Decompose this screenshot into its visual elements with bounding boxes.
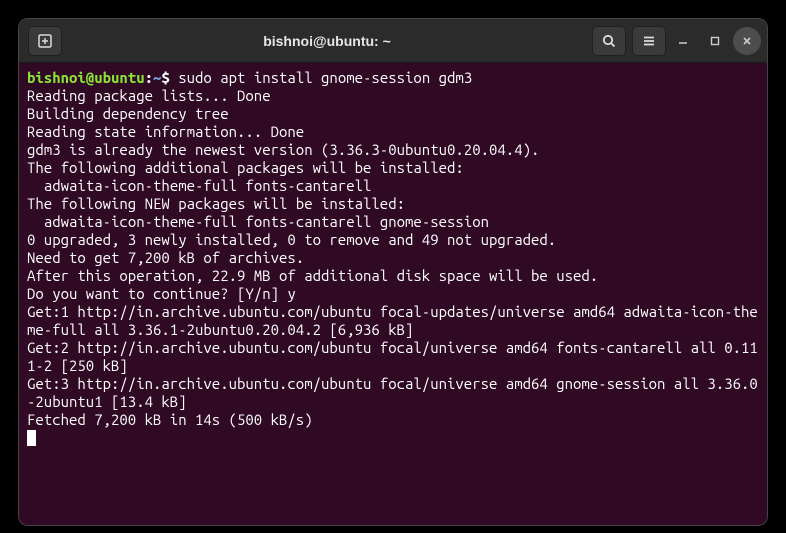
output-line: Get:3 http://in.archive.ubuntu.com/ubunt… xyxy=(27,375,758,410)
terminal-content[interactable]: bishnoi@ubuntu:~$ sudo apt install gnome… xyxy=(19,63,767,525)
output-line: The following additional packages will b… xyxy=(27,159,464,176)
output-line: After this operation, 22.9 MB of additio… xyxy=(27,267,598,284)
window-controls xyxy=(669,27,761,55)
prompt-dollar: $ xyxy=(161,69,169,86)
output-line: adwaita-icon-theme-full fonts-cantarell xyxy=(27,177,371,194)
cursor-icon xyxy=(27,430,36,446)
minimize-button[interactable] xyxy=(669,27,697,55)
menu-button[interactable] xyxy=(632,26,666,56)
output-line: adwaita-icon-theme-full fonts-cantarell … xyxy=(27,213,489,230)
new-tab-button[interactable] xyxy=(28,26,62,56)
output-line: Reading state information... Done xyxy=(27,123,304,140)
output-line: gdm3 is already the newest version (3.36… xyxy=(27,141,539,158)
output-line: Building dependency tree xyxy=(27,105,229,122)
window-title: bishnoi@ubuntu: ~ xyxy=(65,33,589,49)
command-text: sudo apt install gnome-session gdm3 xyxy=(170,69,472,86)
titlebar: bishnoi@ubuntu: ~ xyxy=(19,19,767,63)
prompt-user-host: bishnoi@ubuntu xyxy=(27,69,145,86)
terminal-window: bishnoi@ubuntu: ~ bishnoi@ubuntu:~$ sudo… xyxy=(18,18,768,526)
output-line: 0 upgraded, 3 newly installed, 0 to remo… xyxy=(27,231,556,248)
output-line: The following NEW packages will be insta… xyxy=(27,195,405,212)
output-line: Reading package lists... Done xyxy=(27,87,271,104)
output-line: Get:1 http://in.archive.ubuntu.com/ubunt… xyxy=(27,303,758,338)
output-line: Get:2 http://in.archive.ubuntu.com/ubunt… xyxy=(27,339,758,374)
output-line: Need to get 7,200 kB of archives. xyxy=(27,249,304,266)
close-button[interactable] xyxy=(733,27,761,55)
output-line: Fetched 7,200 kB in 14s (500 kB/s) xyxy=(27,411,313,428)
prompt-colon: : xyxy=(145,69,153,86)
maximize-button[interactable] xyxy=(701,27,729,55)
output-line: Do you want to continue? [Y/n] y xyxy=(27,285,296,302)
search-button[interactable] xyxy=(592,26,626,56)
